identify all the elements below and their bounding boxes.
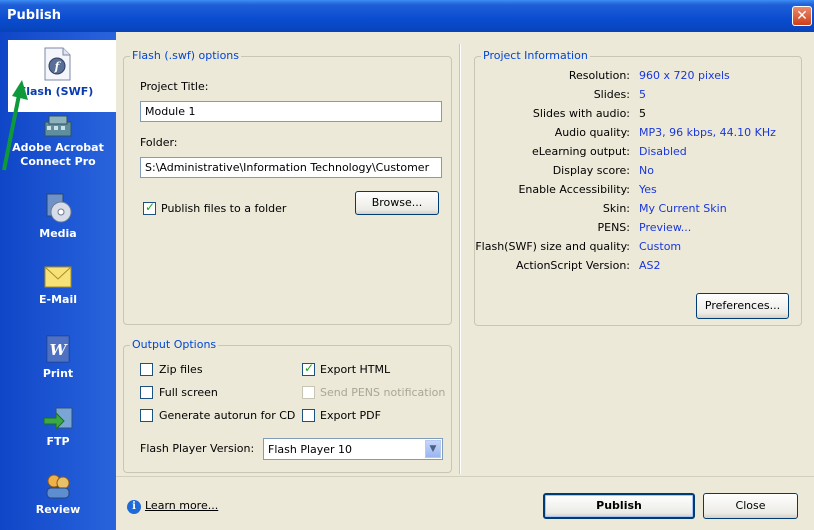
- pens-link[interactable]: Preview...: [639, 221, 691, 234]
- info-key: ActionScript Version:: [515, 259, 630, 272]
- info-value: 5: [639, 107, 646, 120]
- zip-files-checkbox[interactable]: [140, 363, 153, 376]
- flash-player-version-select[interactable]: Flash Player 10 ▼: [263, 438, 443, 460]
- sidebar-item-print[interactable]: W Print: [0, 334, 116, 390]
- flash-options-legend: Flash (.swf) options: [130, 49, 242, 62]
- zip-files-label: Zip files: [159, 363, 203, 376]
- info-key: Resolution:: [568, 69, 630, 82]
- title-bar: Publish ✕: [0, 0, 814, 32]
- learn-more-link[interactable]: Learn more...: [145, 499, 218, 512]
- close-button[interactable]: Close: [703, 493, 798, 519]
- info-row: Slides: 5: [475, 88, 814, 106]
- sidebar-item-review[interactable]: Review: [0, 472, 116, 528]
- audio-quality-link[interactable]: MP3, 96 kbps, 44.10 KHz: [639, 126, 776, 139]
- info-key: Enable Accessibility:: [518, 183, 630, 196]
- sidebar-item-label: Review: [35, 503, 81, 516]
- publish-to-folder-label: Publish files to a folder: [161, 202, 287, 215]
- chevron-down-icon[interactable]: ▼: [425, 440, 441, 458]
- elearning-output-link[interactable]: Disabled: [639, 145, 687, 158]
- actionscript-version-link[interactable]: AS2: [639, 259, 661, 272]
- publish-to-folder-checkbox[interactable]: [143, 200, 156, 215]
- info-key: Slides:: [593, 88, 630, 101]
- preferences-button[interactable]: Preferences...: [696, 293, 789, 319]
- ftp-icon: [43, 407, 73, 431]
- export-pdf-label: Export PDF: [320, 409, 381, 422]
- info-row: eLearning output: Disabled: [475, 145, 814, 163]
- full-screen-label: Full screen: [159, 386, 218, 399]
- sidebar-item-label: E-Mail: [39, 293, 77, 306]
- sidebar-item-label: FTP: [46, 435, 70, 448]
- send-pens-checkbox: [302, 386, 315, 399]
- sidebar-item-email[interactable]: E-Mail: [0, 264, 116, 320]
- sidebar-item-ftp[interactable]: FTP: [0, 404, 116, 460]
- close-window-button[interactable]: ✕: [792, 6, 812, 26]
- sidebar-item-label: Print: [42, 367, 74, 380]
- info-row: Enable Accessibility: Yes: [475, 183, 814, 201]
- project-title-input[interactable]: Module 1: [140, 101, 442, 122]
- panel-divider: [459, 44, 461, 474]
- connect-pro-icon: [44, 115, 72, 137]
- display-score-link[interactable]: No: [639, 164, 654, 177]
- export-html-label: Export HTML: [320, 363, 391, 376]
- info-key: Flash(SWF) size and quality:: [475, 240, 630, 253]
- info-row: Flash(SWF) size and quality: Custom: [475, 240, 814, 258]
- annotation-arrow: [2, 80, 28, 171]
- info-row: PENS: Preview...: [475, 221, 814, 239]
- output-options-legend: Output Options: [130, 338, 219, 351]
- word-print-icon: W: [46, 335, 70, 363]
- send-pens-label: Send PENS notification: [320, 386, 446, 399]
- info-row: Slides with audio: 5: [475, 107, 814, 125]
- export-pdf-checkbox[interactable]: [302, 409, 315, 422]
- generate-autorun-label: Generate autorun for CD: [159, 409, 296, 422]
- info-key: eLearning output:: [531, 145, 630, 158]
- media-icon: [46, 193, 72, 223]
- info-value: 5: [639, 88, 646, 101]
- info-row: Audio quality: MP3, 96 kbps, 44.10 KHz: [475, 126, 814, 144]
- svg-text:W: W: [50, 341, 69, 359]
- folder-label: Folder:: [140, 136, 178, 149]
- info-row: Display score: No: [475, 164, 814, 182]
- window-title: Publish: [7, 8, 61, 23]
- accessibility-link[interactable]: Yes: [639, 183, 657, 196]
- swf-size-quality-link[interactable]: Custom: [639, 240, 681, 253]
- info-row: ActionScript Version: AS2: [475, 259, 814, 277]
- full-screen-checkbox[interactable]: [140, 386, 153, 399]
- sidebar-item-media[interactable]: Media: [0, 192, 116, 248]
- flash-options-group: Flash (.swf) options Project Title: Modu…: [123, 49, 452, 325]
- info-key: Display score:: [552, 164, 630, 177]
- info-key: Skin:: [602, 202, 630, 215]
- info-icon: i: [127, 500, 141, 514]
- publish-button[interactable]: Publish: [543, 493, 695, 519]
- info-value: 960 x 720 pixels: [639, 69, 730, 82]
- review-icon: [46, 474, 70, 499]
- flash-icon: f: [44, 47, 71, 81]
- project-title-label: Project Title:: [140, 80, 209, 93]
- flash-player-version-label: Flash Player Version:: [140, 442, 255, 455]
- info-row: Resolution: 960 x 720 pixels: [475, 69, 814, 87]
- folder-input[interactable]: S:\Administrative\Information Technology…: [140, 157, 442, 178]
- flash-player-version-value: Flash Player 10: [268, 443, 353, 456]
- export-html-checkbox[interactable]: [302, 361, 315, 376]
- project-information-group: Project Information Resolution: 960 x 720…: [474, 49, 802, 326]
- skin-link[interactable]: My Current Skin: [639, 202, 727, 215]
- output-options-group: Output Options Zip files Full screen Gen…: [123, 338, 452, 473]
- info-key: Audio quality:: [554, 126, 630, 139]
- generate-autorun-checkbox[interactable]: [140, 409, 153, 422]
- info-key: PENS:: [597, 221, 630, 234]
- browse-button[interactable]: Browse...: [355, 191, 439, 215]
- project-information-legend: Project Information: [481, 49, 590, 62]
- email-icon: [44, 266, 72, 288]
- info-row: Skin: My Current Skin: [475, 202, 814, 220]
- sidebar-item-label: Media: [39, 227, 77, 240]
- info-key: Slides with audio:: [532, 107, 630, 120]
- footer-separator: [116, 476, 814, 477]
